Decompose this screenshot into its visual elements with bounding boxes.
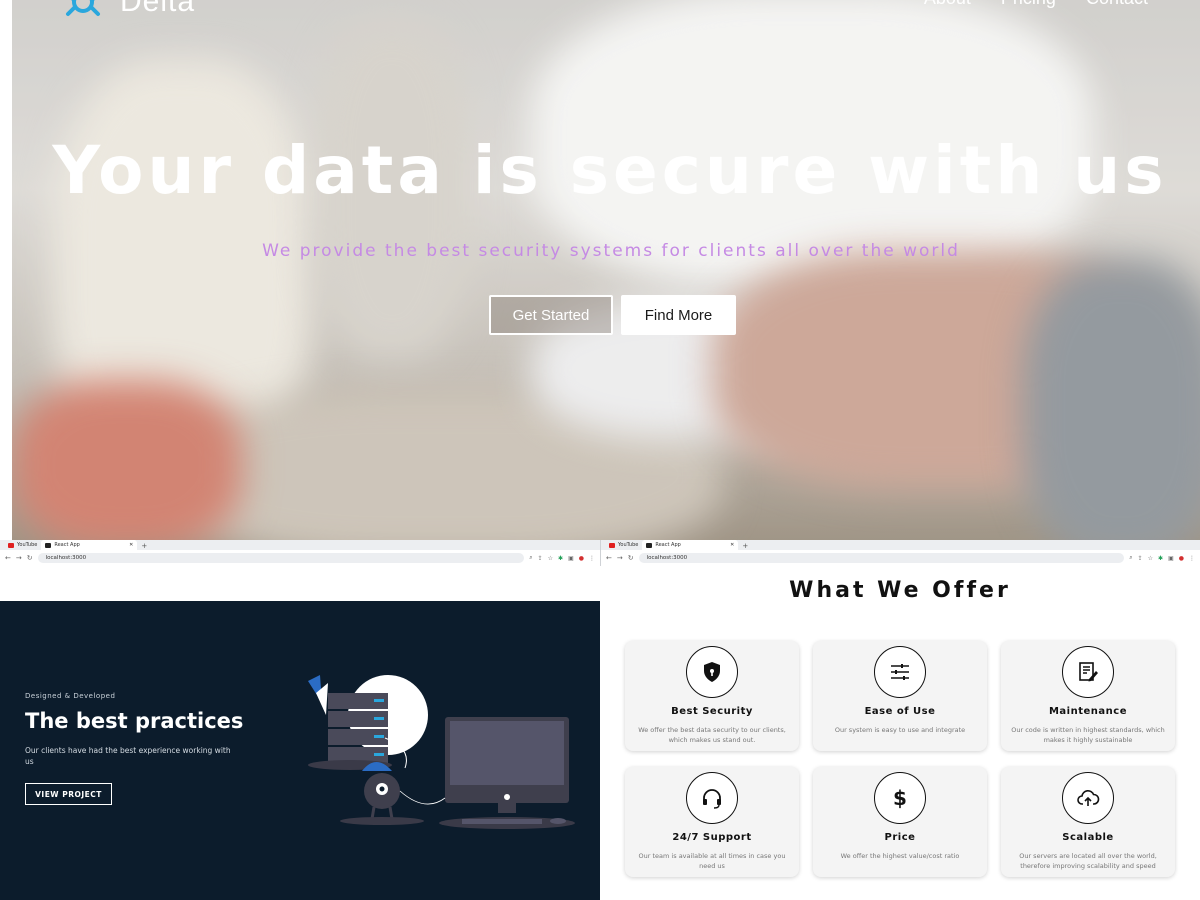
offer-card-maintenance: Maintenance Our code is written in highe… — [1001, 641, 1175, 751]
hero-buttons: Get Started Find More — [489, 295, 736, 335]
address-bar[interactable]: localhost:3000 — [37, 553, 525, 563]
nav-link-about[interactable]: About — [924, 0, 971, 9]
share-icon[interactable]: ⇪ — [1138, 555, 1143, 562]
card-title: Ease of Use — [864, 706, 936, 717]
profile-icon[interactable]: ● — [1179, 555, 1184, 562]
tab-youtube[interactable]: YouTube — [605, 540, 642, 550]
section-title: The best practices — [25, 709, 244, 733]
logo-icon — [60, 0, 106, 22]
card-title: Best Security — [671, 706, 753, 717]
tab-youtube[interactable]: YouTube — [4, 540, 41, 550]
card-description: Our code is written in highest standards… — [1011, 726, 1165, 744]
card-description: Our system is easy to use and integrate — [834, 726, 966, 734]
server-monitor-illustration — [308, 675, 575, 829]
top-nav: About Pricing Contact — [924, 0, 1148, 9]
card-description: We offer the highest value/cost ratio — [840, 852, 960, 860]
view-project-button[interactable]: VIEW PROJECT — [25, 783, 112, 805]
forward-icon[interactable]: → — [617, 554, 623, 562]
react-icon — [646, 542, 653, 548]
sliders-icon — [874, 646, 926, 698]
new-tab-icon[interactable]: + — [141, 542, 147, 550]
hero-section: Delta About Pricing Contact Your data is… — [0, 0, 1200, 540]
youtube-icon — [8, 542, 14, 548]
headset-icon — [686, 772, 738, 824]
offer-heading: What We Offer — [789, 578, 1011, 603]
new-tab-icon[interactable]: + — [742, 542, 748, 550]
document-edit-icon — [1062, 646, 1114, 698]
section-eyebrow: Designed & Developed — [25, 692, 116, 700]
practices-section: Designed & Developed The best practices … — [0, 601, 600, 900]
offer-card-scalable: Scalable Our servers are located all ove… — [1001, 767, 1175, 877]
back-icon[interactable]: ← — [606, 554, 612, 562]
extension-icon[interactable]: ✱ — [1158, 555, 1163, 562]
tab-label: React App — [54, 542, 80, 548]
find-more-button[interactable]: Find More — [621, 295, 736, 335]
sidebar-icon[interactable]: ▣ — [568, 555, 574, 562]
reload-icon[interactable]: ↻ — [27, 554, 33, 562]
brand-logo[interactable]: Delta — [60, 0, 195, 22]
address-bar[interactable]: localhost:3000 — [638, 553, 1125, 563]
nav-link-contact[interactable]: Contact — [1086, 0, 1148, 9]
hero-subtitle: We provide the best security systems for… — [262, 241, 960, 261]
tab-react-app[interactable]: React App ✕ — [642, 540, 739, 550]
youtube-icon — [609, 542, 615, 548]
get-started-button[interactable]: Get Started — [489, 295, 613, 335]
sidebar-icon[interactable]: ▣ — [1168, 555, 1174, 562]
brand-name: Delta — [120, 0, 196, 18]
cloud-upload-icon — [1062, 772, 1114, 824]
browser-chrome-left: YouTube React App ✕ + ← → ↻ localhost:30… — [0, 540, 600, 566]
toolbar: ← → ↻ localhost:3000 ⌕ ⇪ ☆ ✱ ▣ ● ⋮ — [601, 550, 1200, 566]
tab-strip: YouTube React App ✕ + — [601, 540, 1200, 550]
offer-card-ease-of-use: Ease of Use Our system is easy to use an… — [813, 641, 987, 751]
offer-card-support: 24/7 Support Our team is available at al… — [625, 767, 799, 877]
zoom-icon[interactable]: ⌕ — [529, 554, 532, 562]
extension-icon[interactable]: ✱ — [558, 555, 563, 562]
share-icon[interactable]: ⇪ — [538, 555, 543, 562]
star-icon[interactable]: ☆ — [548, 555, 553, 562]
offer-card-price: $ Price We offer the highest value/cost … — [813, 767, 987, 877]
card-title: 24/7 Support — [672, 832, 752, 843]
card-description: We offer the best data security to our c… — [638, 726, 786, 744]
card-title: Price — [884, 832, 916, 843]
card-description: Our servers are located all over the wor… — [1019, 852, 1157, 870]
zoom-icon[interactable]: ⌕ — [1129, 554, 1132, 562]
toolbar: ← → ↻ localhost:3000 ⌕ ⇪ ☆ ✱ ▣ ● ⋮ — [0, 550, 600, 566]
section-description: Our clients have had the best experience… — [25, 746, 231, 766]
dollar-icon: $ — [874, 772, 926, 824]
profile-icon[interactable]: ● — [579, 555, 584, 562]
tab-strip: YouTube React App ✕ + — [0, 540, 600, 550]
back-icon[interactable]: ← — [5, 554, 11, 562]
hero-background-photo — [12, 0, 1200, 540]
hero-title: Your data is secure with us — [52, 132, 1168, 209]
tab-label: YouTube — [618, 542, 639, 548]
card-title: Maintenance — [1048, 706, 1127, 717]
shield-lock-icon — [686, 646, 738, 698]
close-icon[interactable]: ✕ — [730, 542, 734, 548]
svg-text:$: $ — [893, 786, 907, 810]
tab-label: React App — [655, 542, 681, 548]
close-icon[interactable]: ✕ — [129, 542, 133, 548]
offer-section: What We Offer Best Security We offer the… — [600, 566, 1200, 900]
nav-link-pricing[interactable]: Pricing — [1001, 0, 1056, 9]
card-title: Scalable — [1062, 832, 1114, 843]
react-icon — [45, 542, 52, 548]
card-description: Our team is available at all times in ca… — [638, 852, 786, 870]
tab-label: YouTube — [17, 542, 38, 548]
tab-react-app[interactable]: React App ✕ — [41, 540, 138, 550]
menu-icon[interactable]: ⋮ — [589, 555, 595, 562]
menu-icon[interactable]: ⋮ — [1189, 555, 1195, 562]
offer-card-best-security: Best Security We offer the best data sec… — [625, 641, 799, 751]
forward-icon[interactable]: → — [16, 554, 22, 562]
reload-icon[interactable]: ↻ — [628, 554, 634, 562]
star-icon[interactable]: ☆ — [1148, 555, 1153, 562]
browser-chrome-right: YouTube React App ✕ + ← → ↻ localhost:30… — [600, 540, 1200, 566]
